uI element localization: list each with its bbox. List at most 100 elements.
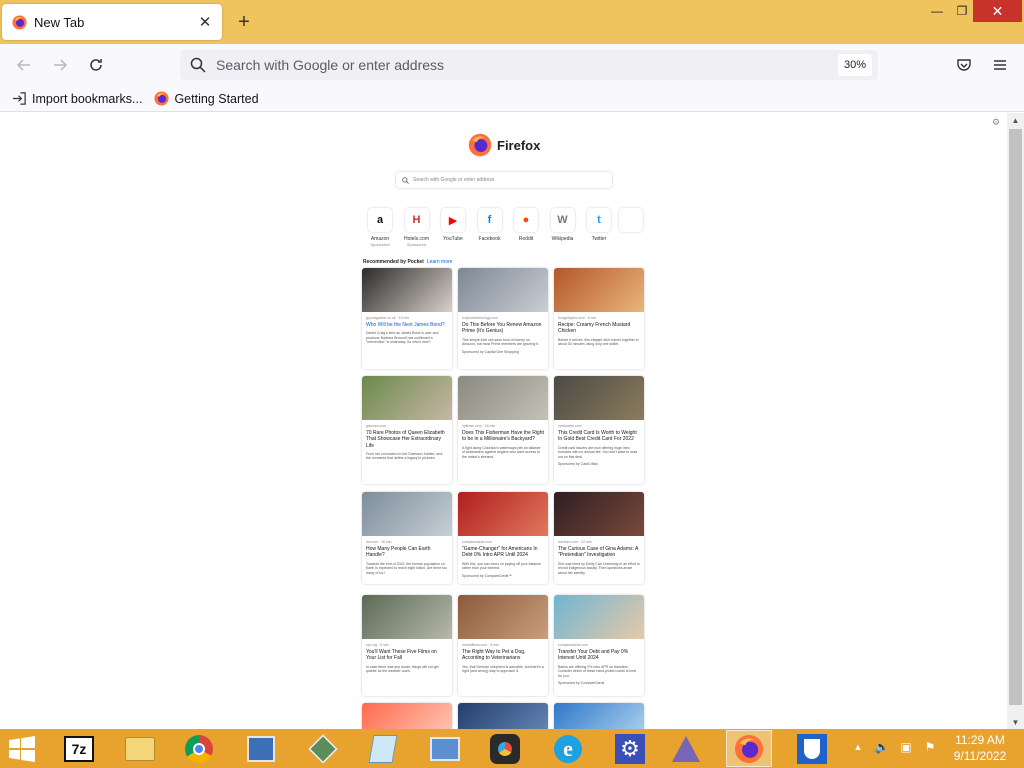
card-title: Recipe: Creamy French Mustard Chicken — [558, 322, 631, 335]
firefox-brand: Firefox — [468, 133, 540, 157]
tab-new-tab[interactable]: New Tab ✕ — [2, 4, 222, 40]
pocket-card[interactable]: nerdwallet.com This Credit Card Is Worth … — [554, 376, 644, 484]
address-bar[interactable]: 30% — [180, 50, 878, 80]
card-title: Who Will be the Next James Bond? — [366, 322, 445, 328]
card-sponsor: Sponsored by CompareCards — [558, 681, 605, 686]
clock[interactable]: 11:29 AM 9/11/2022 — [948, 732, 1012, 764]
card-excerpt: Yes, that German shepherd is adorable, b… — [462, 664, 544, 674]
card-thumbnail — [458, 595, 548, 639]
taskbar-internet-explorer-icon[interactable]: e — [545, 730, 591, 767]
notification-flag-icon[interactable]: ⚑ — [922, 739, 938, 755]
top-site[interactable]: W Wikipedia — [545, 208, 581, 247]
taskbar-notepad-icon[interactable] — [360, 730, 406, 767]
pocket-card[interactable]: gq-magazine.co.uk · 10 min Who Will be th… — [362, 268, 452, 369]
card-thumbnail — [362, 703, 452, 729]
top-site-icon: W — [550, 208, 575, 232]
address-input[interactable] — [216, 57, 838, 73]
pocket-card[interactable] — [458, 703, 548, 729]
card-source: mentalfloss.com · 6 min — [462, 643, 499, 647]
pocket-card[interactable]: nytimes.com · 18 min Does This Fisherman … — [458, 376, 548, 484]
pocket-card[interactable]: comparecards.com "Game-Changer" for Ameri… — [458, 492, 548, 584]
ntp-search-box[interactable]: Search with Google or enter address — [396, 172, 612, 188]
card-title: "Game-Changer" for Americans In Debt 0% … — [462, 546, 538, 559]
zoom-level-button[interactable]: 30% — [838, 54, 872, 76]
scroll-down-arrow-icon[interactable]: ▼ — [1007, 715, 1024, 729]
taskbar-firefox-icon[interactable] — [726, 730, 772, 767]
pocket-button[interactable] — [951, 52, 977, 78]
vertical-scrollbar[interactable]: ▲ ▼ — [1007, 113, 1024, 729]
top-site-label: Reddit — [518, 236, 534, 242]
pocket-card[interactable]: comparecards.com Transfer Your Debt and P… — [554, 595, 644, 696]
scroll-thumb[interactable] — [1009, 129, 1022, 705]
top-site[interactable]: t Twitter — [581, 208, 617, 247]
top-site-icon: f — [477, 208, 502, 232]
volume-muted-icon[interactable]: 🔈 — [874, 739, 890, 755]
card-source: exploretechnology.com — [462, 316, 498, 320]
card-source: nytimes.com · 18 min — [462, 424, 496, 428]
card-excerpt: A fight along Colorado's waterways pits … — [462, 445, 541, 459]
forward-button[interactable] — [47, 52, 73, 78]
bookmark-getting-started[interactable]: Getting Started — [154, 91, 259, 106]
taskbar-chrome-icon[interactable] — [176, 730, 222, 767]
taskbar-control-panel-icon[interactable] — [422, 730, 468, 767]
taskbar-file-explorer-icon[interactable] — [117, 730, 163, 767]
card-source: glamour.com — [366, 424, 387, 428]
scroll-up-arrow-icon[interactable]: ▲ — [1007, 113, 1024, 127]
card-sponsor: Sponsored by Capital One Shopping — [462, 349, 519, 354]
top-site-label: Facebook — [478, 236, 501, 242]
pocket-card[interactable]: mentalfloss.com · 6 min The Right Way to … — [458, 595, 548, 696]
top-site-icon: t — [587, 208, 611, 232]
clock-date: 9/11/2022 — [953, 749, 1007, 763]
taskbar-defender-icon[interactable] — [789, 730, 835, 767]
top-site[interactable]: ● Reddit — [508, 208, 544, 247]
chevron-up-icon[interactable]: ▲ — [850, 739, 866, 755]
taskbar-install-manager-icon[interactable] — [300, 730, 346, 767]
network-icon[interactable]: ▣ — [898, 739, 914, 755]
close-window-button[interactable]: ✕ — [973, 0, 1022, 22]
pocket-card[interactable]: glamour.com 70 Rare Photos of Queen Eliza… — [362, 376, 452, 484]
card-title: 70 Rare Photos of Queen Elizabeth That S… — [366, 430, 445, 449]
windows-start-icon[interactable] — [8, 736, 36, 762]
pocket-card[interactable] — [554, 703, 644, 729]
learn-more-link[interactable]: Learn more — [427, 259, 453, 265]
bookmark-import[interactable]: Import bookmarks... — [12, 91, 142, 106]
personalize-gear-icon[interactable]: ⚙ — [992, 117, 1000, 128]
empty-top-site[interactable] — [619, 208, 643, 232]
reload-button[interactable] — [83, 52, 109, 78]
taskbar-alpha-app-icon[interactable] — [663, 730, 709, 767]
brand-name: Firefox — [497, 137, 541, 153]
top-site[interactable]: a Amazon Sponsored — [362, 208, 398, 247]
taskbar-davinci-resolve-icon[interactable] — [482, 730, 528, 767]
pocket-card[interactable]: exploretechnology.com Do This Before You … — [458, 268, 548, 369]
card-sponsor: Sponsored by CardCritics — [558, 462, 598, 467]
pocket-card[interactable]: budgetbytes.com · 6 min Recipe: Creamy Fr… — [554, 268, 644, 369]
pocket-card[interactable]: medium.com · 22 min The Curious Case of G… — [554, 492, 644, 584]
new-tab-button[interactable]: + — [232, 10, 256, 34]
taskbar-7-zip-icon[interactable]: 7z — [56, 730, 102, 767]
firefox-icon — [12, 14, 27, 30]
pocket-card[interactable] — [362, 703, 452, 729]
card-thumbnail — [458, 703, 548, 729]
top-site-label: Wikipedia — [551, 236, 574, 242]
card-title: You'll Want These Five Films on Your Lis… — [366, 649, 437, 662]
top-site[interactable]: H Hotels.com Sponsored — [399, 208, 435, 247]
card-source: nerdwallet.com — [558, 424, 582, 428]
top-site[interactable]: f Facebook — [472, 208, 508, 247]
card-thumbnail — [554, 492, 644, 536]
card-excerpt: Credit card issuers are now offering hug… — [558, 445, 638, 459]
taskbar-settings-icon[interactable]: ⚙ — [607, 730, 653, 767]
firefox-icon — [154, 91, 169, 106]
top-site-sponsored: Sponsored — [406, 242, 427, 247]
system-tray: ▲ 🔈 ▣ ⚑ — [850, 739, 946, 755]
app-menu-button[interactable] — [987, 52, 1013, 78]
taskbar-network-settings-icon[interactable] — [238, 730, 284, 767]
close-tab-icon[interactable]: ✕ — [194, 11, 216, 33]
top-site[interactable]: ▶ YouTube — [435, 208, 471, 247]
card-source: npr.org · 5 min — [366, 643, 389, 647]
pocket-card[interactable]: npr.org · 5 min You'll Want These Five Fi… — [362, 595, 452, 696]
card-title: Does This Fisherman Have the Right to be… — [462, 430, 544, 443]
card-source: dw.com · 18 min — [366, 540, 392, 544]
back-button[interactable] — [11, 52, 37, 78]
bookmark-label: Getting Started — [174, 91, 259, 106]
pocket-card[interactable]: dw.com · 18 min How Many People Can Earth… — [362, 492, 452, 584]
